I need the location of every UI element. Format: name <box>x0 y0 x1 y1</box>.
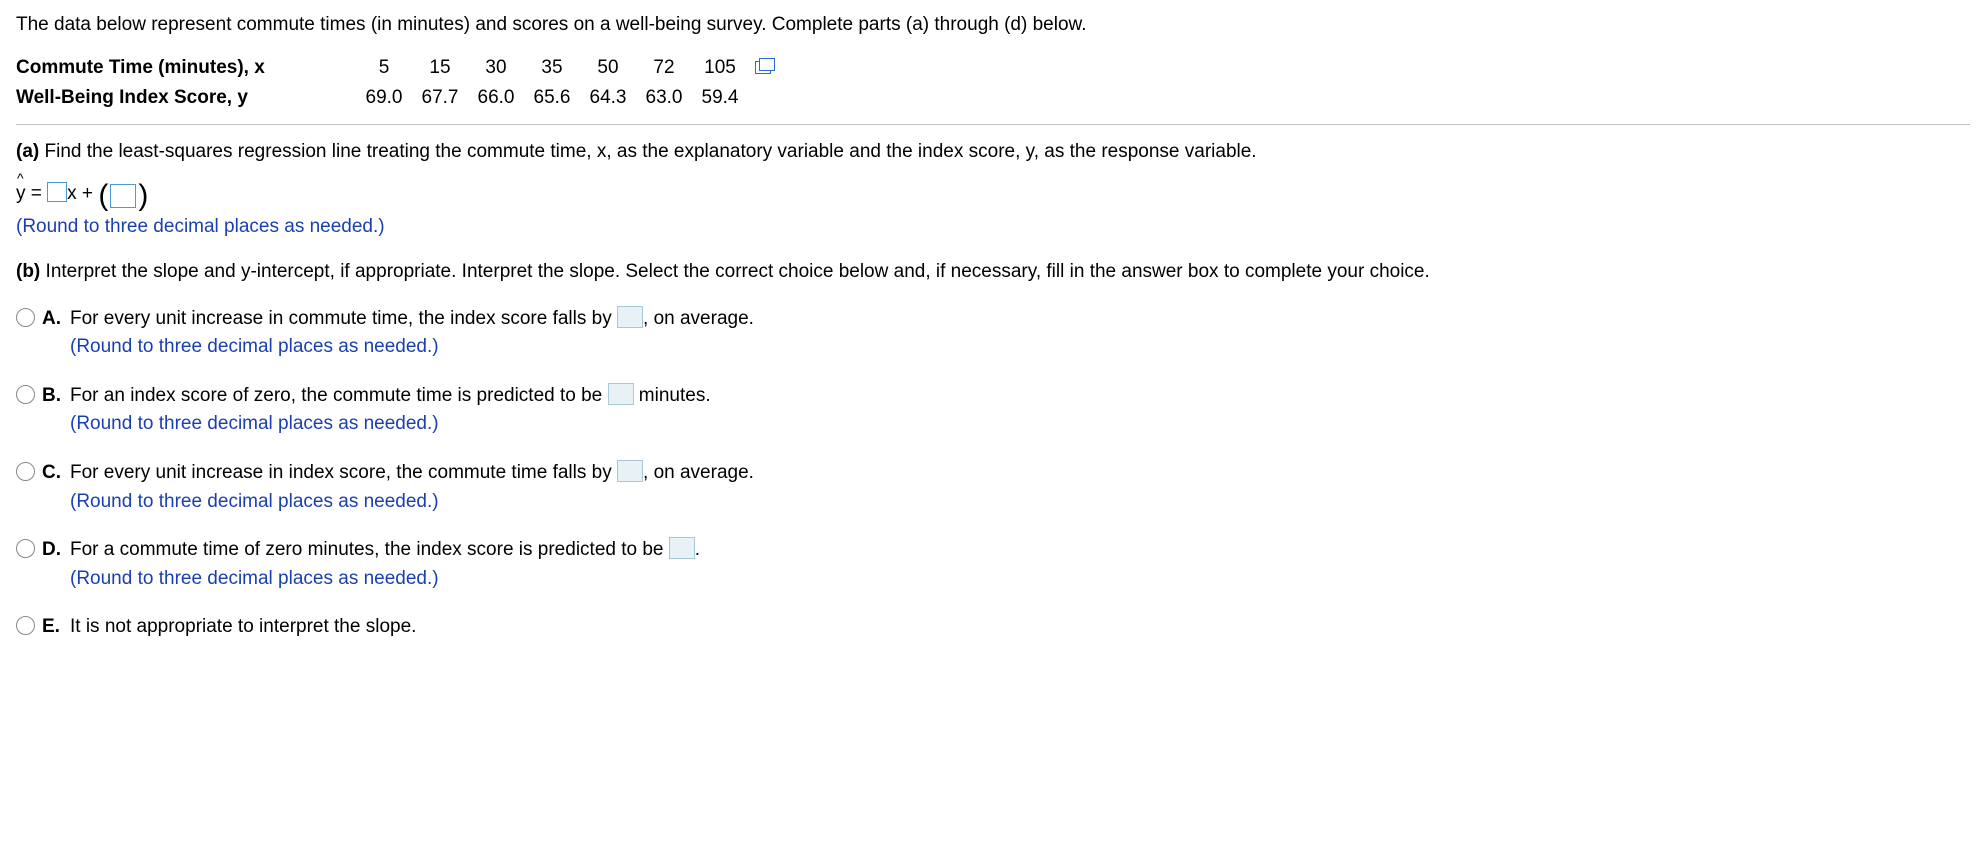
x-val: 35 <box>524 55 580 82</box>
choice-b-post: minutes. <box>634 385 711 406</box>
radio-b[interactable] <box>16 385 35 404</box>
choice-d-pre: For a commute time of zero minutes, the … <box>70 539 669 560</box>
problem-intro: The data below represent commute times (… <box>16 12 1970 39</box>
y-val: 69.0 <box>356 85 412 112</box>
x-val: 72 <box>636 55 692 82</box>
part-a-text: Find the least-squares regression line t… <box>45 141 1257 162</box>
x-val: 50 <box>580 55 636 82</box>
radio-a[interactable] <box>16 308 35 327</box>
divider <box>16 124 1970 125</box>
slope-input[interactable] <box>47 182 67 202</box>
y-val: 64.3 <box>580 85 636 112</box>
choice-d-hint: (Round to three decimal places as needed… <box>70 566 1970 593</box>
choice-e-text: It is not appropriate to interpret the s… <box>70 616 416 637</box>
part-a-hint: (Round to three decimal places as needed… <box>16 214 1970 241</box>
choice-a-pre: For every unit increase in commute time,… <box>70 308 617 329</box>
x-plus-text: x + <box>67 183 98 204</box>
part-b: (b) Interpret the slope and y-intercept,… <box>16 259 1970 286</box>
part-a: (a) Find the least-squares regression li… <box>16 139 1970 241</box>
choice-b-hint: (Round to three decimal places as needed… <box>70 411 1970 438</box>
choice-c-pre: For every unit increase in index score, … <box>70 462 617 483</box>
choice-c-post: , on average. <box>643 462 754 483</box>
choice-letter: E. <box>42 612 70 641</box>
y-val: 59.4 <box>692 85 748 112</box>
y-val: 63.0 <box>636 85 692 112</box>
choice-c: C. For every unit increase in index scor… <box>16 458 1970 515</box>
row-x-label: Commute Time (minutes), x <box>16 55 356 82</box>
x-val: 5 <box>356 55 412 82</box>
intercept-paren: () <box>98 184 148 208</box>
choice-a-post: , on average. <box>643 308 754 329</box>
choice-b-pre: For an index score of zero, the commute … <box>70 385 608 406</box>
choice-e: E. It is not appropriate to interpret th… <box>16 612 1970 641</box>
x-val: 15 <box>412 55 468 82</box>
choice-d: D. For a commute time of zero minutes, t… <box>16 535 1970 592</box>
choice-c-hint: (Round to three decimal places as needed… <box>70 489 1970 516</box>
x-val: 30 <box>468 55 524 82</box>
choice-d-post: . <box>695 539 700 560</box>
choice-letter: D. <box>42 535 70 564</box>
choice-a-hint: (Round to three decimal places as needed… <box>70 334 1970 361</box>
y-val: 66.0 <box>468 85 524 112</box>
radio-e[interactable] <box>16 616 35 635</box>
choice-b: B. For an index score of zero, the commu… <box>16 381 1970 438</box>
part-b-text: Interpret the slope and y-intercept, if … <box>46 261 1430 282</box>
choice-letter: C. <box>42 458 70 487</box>
x-val: 105 <box>692 55 748 82</box>
y-hat-symbol: ^y <box>16 181 26 208</box>
copy-data-icon[interactable] <box>755 61 771 74</box>
y-val: 65.6 <box>524 85 580 112</box>
choice-letter: B. <box>42 381 70 410</box>
y-val: 67.7 <box>412 85 468 112</box>
regression-equation: ^y = x + () <box>16 181 1970 208</box>
row-y-label: Well-Being Index Score, y <box>16 85 356 112</box>
choice-b-input[interactable] <box>608 383 634 405</box>
equals-sign: = <box>26 183 48 204</box>
part-b-label: (b) <box>16 261 40 282</box>
choice-d-input[interactable] <box>669 537 695 559</box>
data-table: Commute Time (minutes), x 5 15 30 35 50 … <box>16 55 1970 112</box>
choice-list: A. For every unit increase in commute ti… <box>16 304 1970 641</box>
radio-d[interactable] <box>16 539 35 558</box>
choice-letter: A. <box>42 304 70 333</box>
part-a-label: (a) <box>16 141 39 162</box>
radio-c[interactable] <box>16 462 35 481</box>
choice-a: A. For every unit increase in commute ti… <box>16 304 1970 361</box>
choice-a-input[interactable] <box>617 306 643 328</box>
choice-c-input[interactable] <box>617 460 643 482</box>
intercept-input[interactable] <box>110 184 136 208</box>
